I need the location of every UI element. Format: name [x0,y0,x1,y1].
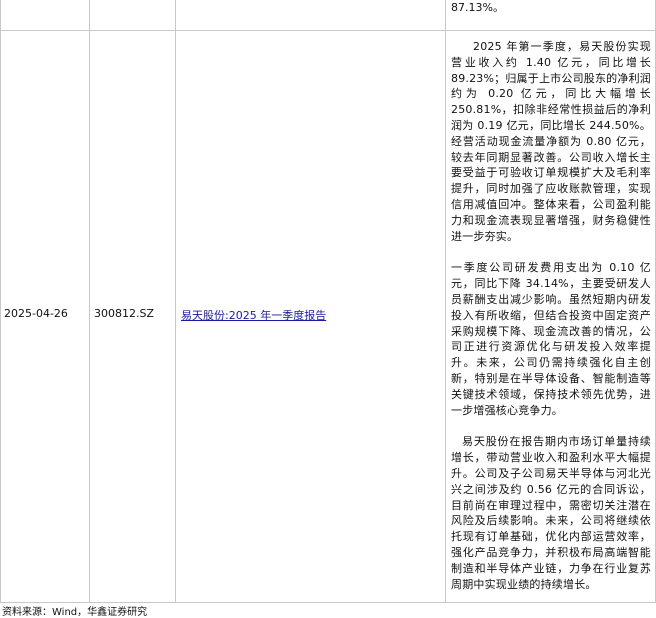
table-row: 87.13%。 [0,0,656,30]
report-link[interactable]: 易天股份:2025 年一季度报告 [181,307,326,323]
column-divider [445,0,446,30]
column-divider [0,0,1,30]
column-divider [175,0,176,30]
column-divider [445,30,446,603]
summary-tail-text: 87.13%。 [451,1,504,14]
column-divider [89,0,90,30]
column-divider [0,30,1,603]
table-row: 2025-04-26 300812.SZ 易天股份:2025 年一季度报告 20… [0,30,656,603]
summary-paragraph-1: 2025 年第一季度，易天股份实现营业收入约 1.40 亿元，同比增长 89.2… [451,40,651,243]
stock-code-cell: 300812.SZ [94,307,155,320]
column-divider [89,30,90,603]
data-source-note: 资料来源：Wind，华鑫证券研究 [2,607,148,618]
date-cell: 2025-04-26 [4,307,68,320]
summary-paragraph-2: 一季度公司研发费用支出为 0.10 亿元，同比下降 34.14%，主要受研发人员… [451,261,651,417]
column-divider [175,30,176,603]
summary-cell: 2025 年第一季度，易天股份实现营业收入约 1.40 亿元，同比增长 89.2… [451,39,651,592]
summary-paragraph-3: 易天股份在报告期内市场订单量持续增长，带动营业收入和盈利水平大幅提升。公司及子公… [451,435,651,591]
